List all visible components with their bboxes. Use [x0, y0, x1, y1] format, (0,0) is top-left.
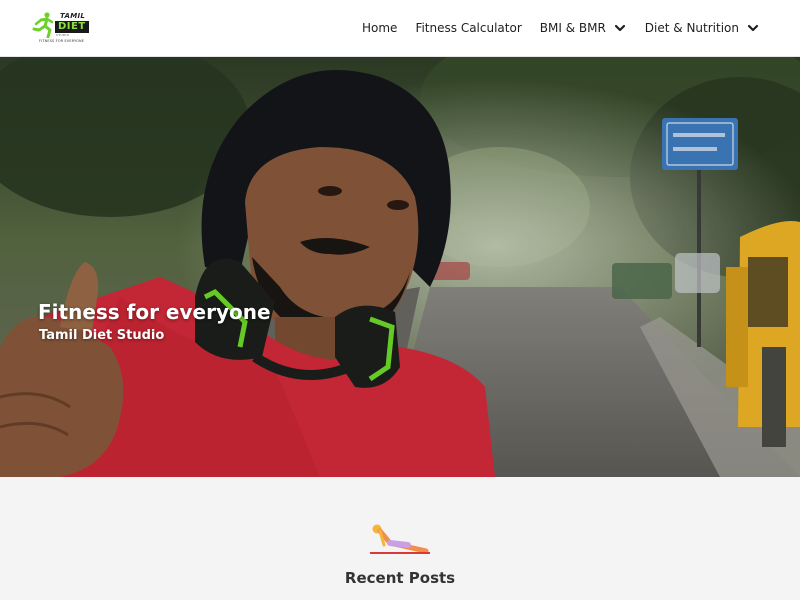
logo-text-studio: STUDIO [56, 33, 70, 37]
site-header: TAMIL DIET STUDIO FITNESS FOR EVERYONE H… [0, 0, 800, 57]
running-man-icon [32, 12, 54, 38]
nav-item-diet-nutrition[interactable]: Diet & Nutrition [645, 21, 760, 35]
main-navigation: Home Fitness Calculator BMI & BMR Diet &… [344, 0, 760, 56]
hero-banner: Fitness for everyone Tamil Diet Studio [0, 57, 800, 477]
logo-text-diet: DIET [55, 21, 89, 33]
hero-photo [0, 57, 800, 477]
chevron-down-icon[interactable] [746, 21, 760, 35]
nav-item-label: BMI & BMR [539, 21, 606, 35]
hero-subtitle: Tamil Diet Studio [39, 328, 165, 343]
nav-item-fitness-calculator[interactable]: Fitness Calculator [415, 21, 521, 35]
nav-item-home[interactable]: Home [362, 21, 397, 35]
recent-posts-heading: Recent Posts [344, 569, 456, 587]
logo-tagline: FITNESS FOR EVERYONE [39, 39, 85, 43]
site-logo[interactable]: TAMIL DIET STUDIO FITNESS FOR EVERYONE [32, 10, 98, 46]
nav-item-bmi-bmr[interactable]: BMI & BMR [540, 21, 627, 35]
nav-item-label: Fitness Calculator [415, 21, 522, 35]
nav-item-label: Diet & Nutrition [644, 21, 739, 35]
recent-posts-section: Recent Posts [0, 477, 800, 600]
plank-exercise-icon [370, 524, 430, 554]
nav-item-label: Home [362, 21, 398, 35]
chevron-down-icon[interactable] [613, 21, 627, 35]
logo-text-tamil: TAMIL [60, 12, 86, 20]
hero-title: Fitness for everyone [38, 300, 271, 324]
